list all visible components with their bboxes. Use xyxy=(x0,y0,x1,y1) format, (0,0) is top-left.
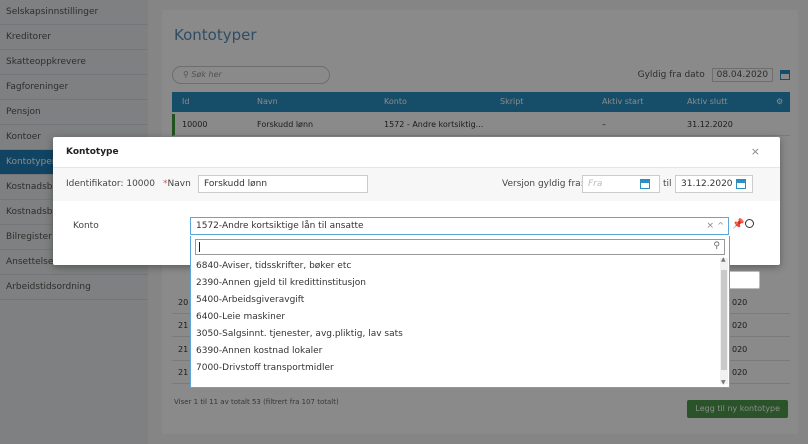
dropdown-option[interactable]: 6840-Aviser, tidsskrifter, bøker etc xyxy=(191,258,719,275)
name-label: *Navn xyxy=(163,179,191,189)
dropdown-option[interactable]: 6390-Annen kostnad lokaler xyxy=(191,343,719,360)
dropdown-option[interactable]: 5400-Arbeidsgiveravgift xyxy=(191,292,719,309)
konto-select[interactable]: 1572-Andre kortsiktige lån til ansatte ×… xyxy=(190,217,729,235)
name-label-text: Navn xyxy=(167,179,191,189)
konto-label: Konto xyxy=(73,221,99,231)
clear-icon[interactable]: × xyxy=(706,218,714,234)
chevron-up-icon[interactable]: ^ xyxy=(717,218,724,234)
dropdown-option[interactable]: 7000-Drivstoff transportmidler xyxy=(191,360,719,377)
text-cursor xyxy=(199,242,200,252)
dropdown-option[interactable]: 6400-Leie maskiner xyxy=(191,309,719,326)
version-label: Versjon gyldig fra: xyxy=(502,179,584,189)
pin-icon[interactable]: 📌 xyxy=(732,219,744,230)
dropdown-option[interactable]: 2390-Annen gjeld til kredittinstitusjon xyxy=(191,275,719,292)
name-input[interactable]: Forskudd lønn xyxy=(198,175,368,193)
scroll-up-icon[interactable]: ▲ xyxy=(721,256,726,263)
til-label: til xyxy=(663,179,672,189)
clock-icon[interactable] xyxy=(745,219,754,228)
dropdown-search-input[interactable]: ⚲ xyxy=(195,239,725,255)
calendar-icon[interactable] xyxy=(736,179,746,189)
divider xyxy=(53,167,780,168)
calendar-icon[interactable] xyxy=(640,179,650,189)
dropdown-scrollbar[interactable]: ▲ ▼ xyxy=(720,256,728,386)
modal-title: Kontotype xyxy=(66,147,119,157)
konto-selected-value: 1572-Andre kortsiktige lån til ansatte xyxy=(196,221,364,231)
close-icon[interactable]: × xyxy=(751,145,760,158)
dropdown-option[interactable]: 3050-Salgsinnt. tjenester, avg.pliktig, … xyxy=(191,326,719,343)
scroll-down-icon[interactable]: ▼ xyxy=(721,379,726,386)
konto-dropdown: ⚲ 6840-Aviser, tidsskrifter, bøker etc 2… xyxy=(190,236,730,388)
dropdown-options: 6840-Aviser, tidsskrifter, bøker etc 239… xyxy=(191,258,719,377)
search-icon: ⚲ xyxy=(713,241,720,251)
scrollbar-thumb[interactable] xyxy=(721,270,727,370)
identifier-label: Identifikator: 10000 xyxy=(66,179,155,189)
